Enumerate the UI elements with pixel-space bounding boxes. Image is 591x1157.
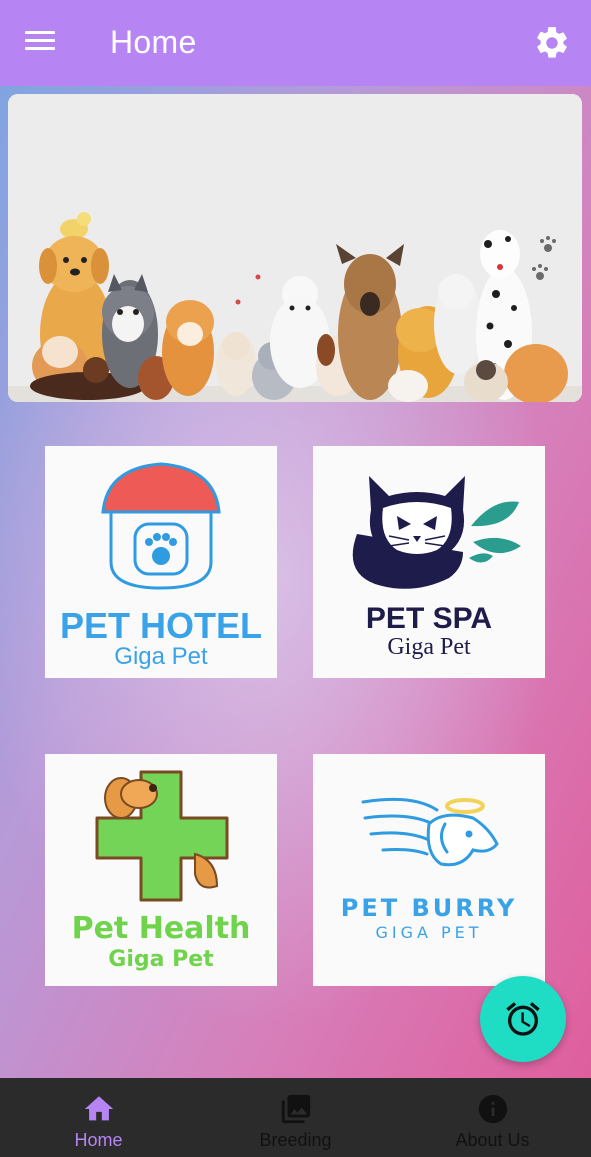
service-subtitle: Giga Pet [387, 634, 471, 660]
nav-breeding[interactable]: Breeding [197, 1078, 394, 1157]
photo-library-icon [281, 1094, 310, 1124]
alarm-button[interactable] [480, 976, 566, 1062]
nav-about-us[interactable]: About Us [394, 1078, 591, 1157]
service-subtitle: Giga Pet [114, 643, 208, 670]
service-subtitle: Giga Pet [108, 947, 214, 972]
pet-burry-tile[interactable]: PET BURRY GIGA PET [313, 754, 545, 986]
service-title: PET HOTEL [60, 605, 262, 646]
gear-icon[interactable] [533, 24, 571, 62]
page-title: Home [110, 24, 197, 60]
nav-label: About Us [455, 1130, 530, 1150]
service-title: PET BURRY [341, 894, 518, 922]
nav-label: Breeding [259, 1130, 332, 1150]
service-title: Pet Health [72, 911, 251, 946]
cat-leaf-icon [352, 476, 521, 589]
pet-spa-tile[interactable]: PET SPA Giga Pet [313, 446, 545, 678]
service-title: PET SPA [366, 602, 492, 635]
pet-hotel-tile[interactable]: PET HOTEL Giga Pet [45, 446, 277, 678]
alarm-icon [506, 1002, 540, 1036]
menu-icon[interactable] [22, 26, 62, 60]
info-icon [478, 1094, 507, 1124]
pet-health-tile[interactable]: Pet Health Giga Pet [45, 754, 277, 986]
service-subtitle: GIGA PET [375, 923, 482, 942]
angel-dog-icon [361, 797, 499, 867]
cross-dog-icon [95, 770, 229, 902]
banner-image [8, 94, 582, 402]
home-icon [84, 1096, 113, 1121]
house-paw-icon [101, 462, 221, 590]
bottom-navigation: Home Breeding About Us [0, 1078, 591, 1157]
nav-home[interactable]: Home [0, 1078, 197, 1157]
nav-label: Home [74, 1130, 123, 1150]
app-bar: Home [0, 0, 591, 86]
